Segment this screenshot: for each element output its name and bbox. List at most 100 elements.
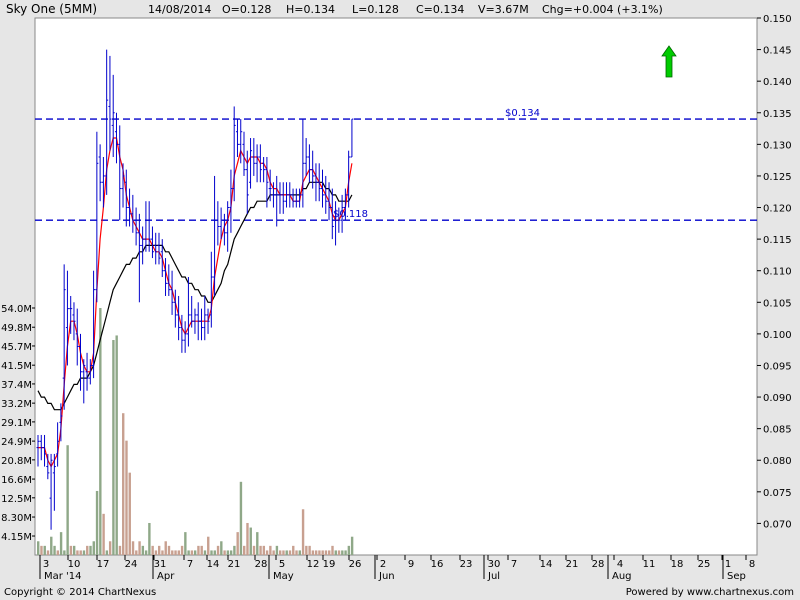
volume-bar	[350, 536, 354, 555]
x-day-label: 10	[68, 559, 81, 570]
volume-bar	[138, 541, 141, 555]
x-day-label: 8	[749, 559, 755, 570]
volume-bar	[213, 550, 216, 555]
volume-bar	[331, 545, 334, 555]
volume-bar	[92, 541, 95, 555]
volume-bar	[197, 545, 200, 555]
x-day-label: 12	[307, 559, 320, 570]
copyright-text: Copyright © 2014 ChartNexus	[4, 587, 157, 598]
volume-bar	[135, 550, 138, 555]
volume-bar	[246, 522, 249, 555]
x-day-label: 3	[43, 559, 49, 570]
x-month-label: May	[273, 571, 294, 582]
volume-bar	[259, 545, 262, 555]
x-day-label: 18	[671, 559, 684, 570]
volume-bar	[220, 541, 223, 555]
price-tick-label: 0.145	[763, 46, 792, 57]
x-day-label: 1	[725, 559, 731, 570]
x-month-label: Mar '14	[44, 571, 82, 582]
volume-bar	[53, 545, 56, 555]
price-tick-label: 0.080	[763, 456, 792, 467]
x-day-label: 30	[488, 559, 501, 570]
volume-bar	[207, 536, 210, 555]
volume-bar	[131, 541, 135, 555]
volume-bar	[341, 550, 344, 555]
volume-bar	[347, 545, 351, 555]
chart-footer: Copyright © 2014 ChartNexus Powered by w…	[0, 586, 800, 600]
volume-tick-label: 24.9M	[1, 437, 32, 448]
x-day-label: 28	[592, 559, 605, 570]
x-day-label: 24	[125, 559, 138, 570]
x-month-label: Sep	[727, 571, 746, 582]
x-day-label: 21	[566, 559, 579, 570]
volume-bar	[314, 550, 318, 555]
volume-bar	[95, 490, 99, 555]
volume-bar	[79, 550, 82, 555]
plot-area	[34, 17, 758, 556]
volume-bar	[76, 550, 79, 555]
x-day-label: 11	[643, 559, 656, 570]
volume-bar	[275, 545, 279, 555]
volume-tick-label: 33.2M	[1, 399, 32, 410]
volume-bar	[72, 545, 76, 555]
x-day-label: 9	[408, 559, 414, 570]
price-tick-label: 0.120	[763, 204, 792, 215]
x-month-label: Aug	[612, 571, 632, 582]
volume-bar	[50, 536, 53, 555]
volume-bar	[102, 513, 105, 555]
volume-tick-label: 8.30M	[1, 513, 32, 524]
x-day-label: 7	[511, 559, 517, 570]
volume-bar	[69, 545, 73, 555]
volume-bar	[128, 472, 131, 555]
x-day-label: 16	[431, 559, 444, 570]
price-tick-label: 0.110	[763, 267, 792, 278]
price-level-label: $0.118	[333, 209, 368, 220]
volume-bar	[239, 481, 243, 555]
x-day-label: 5	[279, 559, 285, 570]
x-day-label: 28	[255, 559, 268, 570]
volume-bar	[216, 545, 220, 555]
volume-bar	[337, 550, 341, 555]
volume-bar	[311, 550, 315, 555]
volume-bar	[262, 545, 266, 555]
x-day-label: 14	[540, 559, 553, 570]
volume-tick-label: 54.0M	[1, 304, 32, 315]
volume-bar	[157, 545, 161, 555]
price-tick-label: 0.130	[763, 140, 792, 151]
price-tick-label: 0.070	[763, 519, 792, 530]
volume-bar	[249, 527, 252, 555]
volume-bar	[161, 550, 164, 555]
volume-bar	[89, 545, 92, 555]
x-day-label: 2	[380, 559, 386, 570]
price-tick-label: 0.100	[763, 330, 792, 341]
x-day-label: 17	[97, 559, 110, 570]
volume-bar	[190, 550, 194, 555]
volume-bar	[43, 545, 46, 555]
volume-tick-label: 49.8M	[1, 323, 32, 334]
x-month-label: Jul	[487, 571, 500, 582]
volume-bar	[344, 550, 347, 555]
volume-bar	[288, 550, 292, 555]
volume-bar	[229, 550, 233, 555]
volume-bar	[256, 532, 259, 555]
volume-bar	[324, 550, 328, 555]
volume-bar	[122, 413, 125, 555]
volume-bar	[105, 550, 109, 555]
volume-bar	[223, 550, 226, 555]
volume-tick-label: 20.8M	[1, 456, 32, 467]
volume-tick-label: 16.6M	[1, 475, 32, 486]
volume-bar	[56, 550, 60, 555]
volume-bar	[308, 545, 311, 555]
x-day-label: 19	[323, 559, 336, 570]
volume-bar	[151, 545, 154, 555]
volume-bar	[37, 541, 40, 555]
volume-bar	[184, 532, 187, 555]
volume-bar	[318, 550, 321, 555]
volume-bar	[334, 550, 337, 555]
volume-bar	[46, 550, 50, 555]
volume-bar	[154, 550, 158, 555]
x-day-label: 26	[349, 559, 362, 570]
volume-bar	[285, 550, 288, 555]
volume-bar	[180, 545, 184, 555]
volume-bar	[236, 532, 239, 555]
